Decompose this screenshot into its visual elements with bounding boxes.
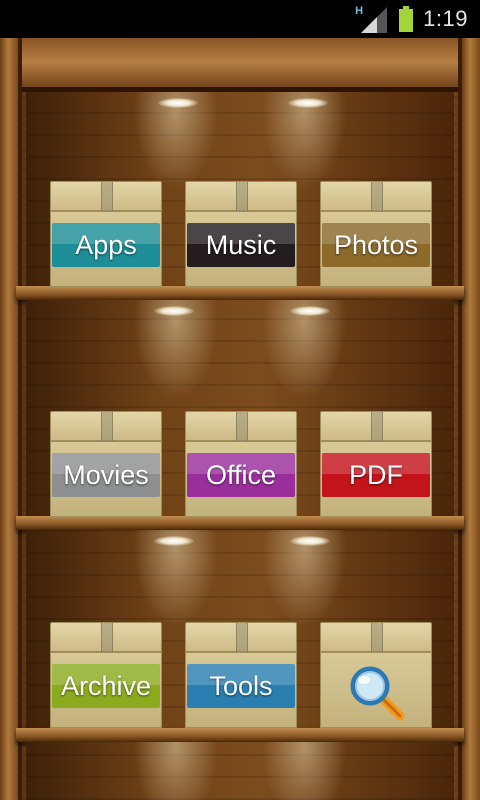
office-box[interactable]: Office (185, 411, 297, 517)
status-icons: H 1:19 (355, 0, 468, 38)
shelf-board-3 (16, 728, 464, 742)
shelf-board-2 (16, 516, 464, 530)
shelf-left-side (0, 38, 22, 800)
shelf-top-rail (0, 38, 480, 92)
signal-icon: H (355, 5, 389, 33)
tools-box[interactable]: Tools (185, 622, 297, 728)
bookshelf: Apps Music Photos Movies Office PDF Arch… (0, 38, 480, 800)
photos-label: Photos (322, 223, 430, 267)
archive-label: Archive (52, 664, 160, 708)
movies-box[interactable]: Movies (50, 411, 162, 517)
search-icon (350, 666, 405, 721)
battery-icon (399, 6, 414, 32)
box-lid (50, 411, 162, 442)
apps-box[interactable]: Apps (50, 181, 162, 287)
search-box[interactable] (320, 622, 432, 728)
tools-label: Tools (187, 664, 295, 708)
shelf-right-side (458, 38, 480, 800)
photos-box[interactable]: Photos (320, 181, 432, 287)
shelf-light (158, 98, 198, 108)
box-lid (185, 181, 297, 212)
office-label: Office (187, 453, 295, 497)
movies-label: Movies (52, 453, 160, 497)
apps-label: Apps (52, 223, 160, 267)
box-lid (185, 622, 297, 653)
music-label: Music (187, 223, 295, 267)
box-lid (320, 411, 432, 442)
pdf-label: PDF (322, 453, 430, 497)
shelf-compartment-4 (26, 742, 454, 800)
shelf-light (154, 536, 194, 546)
shelf-light (290, 536, 330, 546)
archive-box[interactable]: Archive (50, 622, 162, 728)
pdf-box[interactable]: PDF (320, 411, 432, 517)
box-lid (320, 622, 432, 653)
clock: 1:19 (423, 6, 468, 31)
box-lid (185, 411, 297, 442)
box-lid (50, 181, 162, 212)
shelf-board-1 (16, 286, 464, 300)
shelf-light (154, 306, 194, 316)
box-lid (50, 622, 162, 653)
music-box[interactable]: Music (185, 181, 297, 287)
shelf-light (290, 306, 330, 316)
box-lid (320, 181, 432, 212)
status-bar: H 1:19 (0, 0, 480, 38)
shelf-light (288, 98, 328, 108)
